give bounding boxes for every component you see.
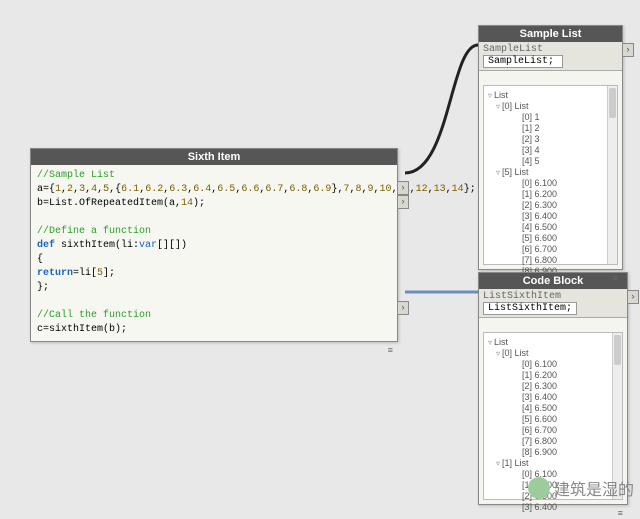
node-title: Code Block — [479, 273, 627, 289]
node-sample-list[interactable]: Sample List SampleListSampleList; › ≡ ▿L… — [478, 25, 623, 270]
data-preview: ▿List ▿[0] List [0] 1 [1] 2 [2] 3 [3] 4 … — [483, 85, 618, 265]
code-editor[interactable]: //Sample List a={1,2,3,4,5,{6.1,6.2,6.3,… — [31, 165, 397, 341]
input-row[interactable]: SampleListSampleList; › — [479, 42, 622, 71]
input-row[interactable]: ListSixthItemListSixthItem; › — [479, 289, 627, 318]
output-port-c[interactable]: › — [397, 301, 409, 315]
output-port[interactable]: › — [627, 290, 639, 304]
input-label: SampleList — [483, 44, 543, 55]
node-title: Sixth Item — [31, 149, 397, 165]
preview-scrollbar[interactable] — [612, 333, 622, 499]
resize-grip-icon[interactable]: ≡ — [618, 510, 624, 518]
node-title: Sample List — [479, 26, 622, 42]
output-port[interactable]: › — [622, 43, 634, 57]
resize-grip-icon[interactable]: ≡ — [613, 275, 619, 283]
node-sixth-item[interactable]: Sixth Item //Sample List a={1,2,3,4,5,{6… — [30, 148, 398, 342]
input-value[interactable]: ListSixthItem; — [483, 302, 577, 315]
preview-scrollbar[interactable] — [607, 86, 617, 264]
output-port-b[interactable]: › — [397, 195, 409, 209]
watermark: 建筑是湿的 — [528, 476, 634, 500]
wechat-icon — [528, 477, 550, 499]
node-code-block[interactable]: Code Block ListSixthItemListSixthItem; ›… — [478, 272, 628, 505]
resize-grip-icon[interactable]: ≡ — [388, 347, 394, 355]
input-value[interactable]: SampleList; — [483, 55, 563, 68]
output-port-a[interactable]: › — [397, 181, 409, 195]
input-label: ListSixthItem — [483, 291, 561, 302]
data-preview: ▿List ▿[0] List [0] 6.100 [1] 6.200 [2] … — [483, 332, 623, 500]
